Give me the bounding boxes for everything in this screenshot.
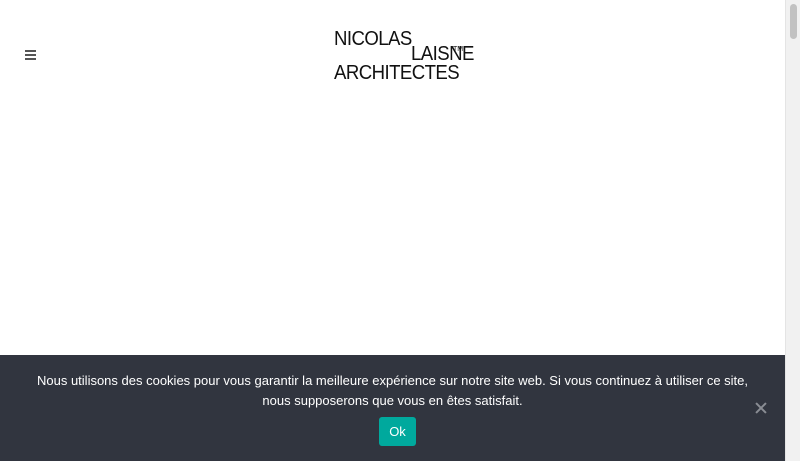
scrollbar-thumb[interactable] <box>790 4 797 39</box>
logo-line-architectes: ARCHITECTES <box>334 62 460 84</box>
logo-line-nicolas: NICOLAS <box>334 28 412 50</box>
cookie-banner: Nous utilisons des cookies pour vous gar… <box>0 355 785 461</box>
hamburger-icon-bar-top <box>25 50 36 52</box>
site-logo[interactable]: NICOLAS LAISNE TM ARCHITECTES <box>334 28 474 84</box>
menu-toggle-button[interactable] <box>24 49 38 61</box>
cookie-accept-button[interactable]: Ok <box>379 417 416 446</box>
logo-trademark: TM <box>453 46 464 53</box>
page-viewport: NICOLAS LAISNE TM ARCHITECTES Nous utili… <box>0 0 785 461</box>
vertical-scrollbar[interactable] <box>785 0 800 461</box>
cookie-message: Nous utilisons des cookies pour vous gar… <box>36 373 749 408</box>
hamburger-icon-bar-bottom <box>25 58 36 60</box>
hamburger-icon-bar-middle <box>25 54 36 56</box>
close-icon[interactable] <box>754 401 768 415</box>
